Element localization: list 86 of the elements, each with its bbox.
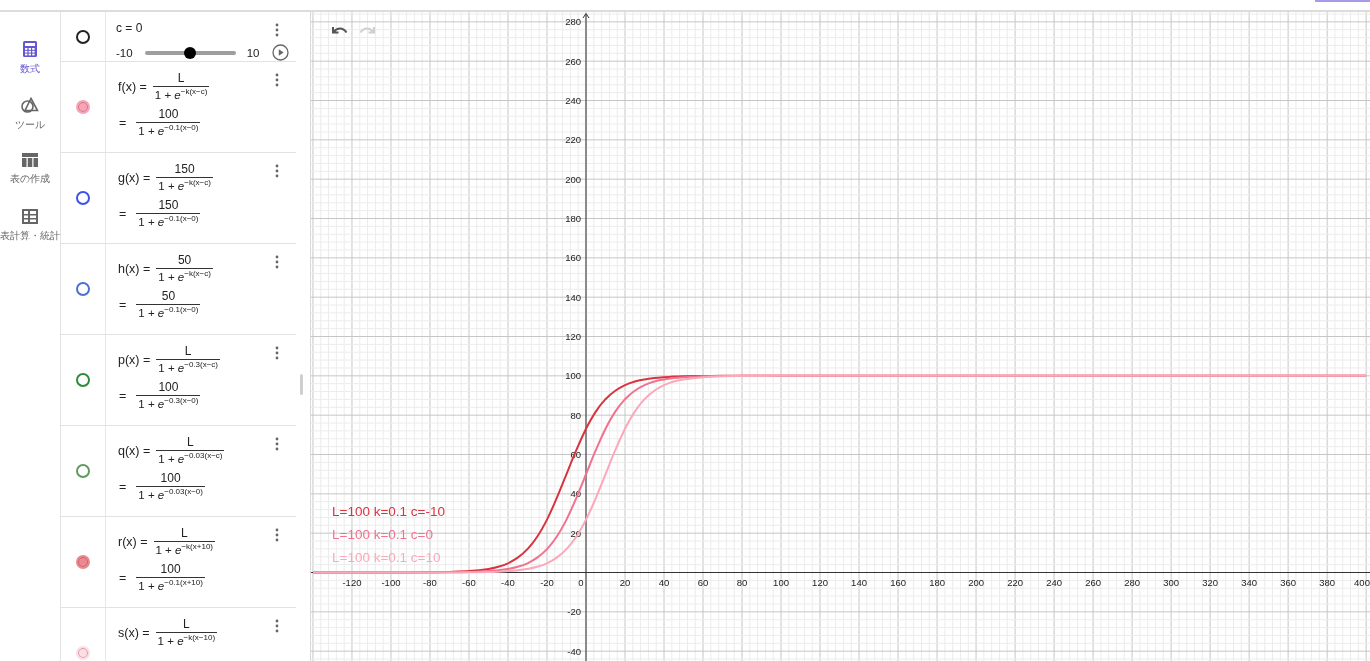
function-name: r(x) =: [118, 535, 148, 549]
formula-numerator: 100: [136, 107, 201, 123]
formula-denominator: 1 + e$^{−0.3(x−c)}$: [157, 360, 220, 376]
curve-label: L=100 k=0.1 c=0: [332, 527, 433, 543]
formula-denominator: 1 + e$^{−0.1(x−0)}$: [137, 214, 200, 230]
tick-label: -120: [342, 576, 362, 588]
formula-denominator: 1 + e$^{−0.03(x−c)}$: [157, 451, 224, 467]
equals-sign: =: [119, 480, 127, 494]
tick-label: 80: [570, 409, 581, 421]
tick-label: 140: [565, 291, 581, 303]
slider-definition: c = 0: [116, 21, 143, 35]
formula-numerator: 100: [136, 562, 205, 578]
tick-label: 20: [570, 527, 581, 539]
tick-label: -40: [567, 645, 581, 657]
formula-denominator: 1 + e$^{−0.1(x+10)}$: [137, 578, 204, 594]
slider-max: 10: [246, 46, 260, 59]
tick-label: 260: [1085, 576, 1102, 588]
formula-denominator: 1 + e$^{−0.1(x−0)}$: [137, 123, 200, 139]
equals-sign: =: [119, 389, 127, 403]
equals-sign: =: [119, 298, 127, 312]
formula-numerator: L: [156, 344, 221, 360]
tick-label: 160: [565, 252, 581, 264]
tick-label: 300: [1163, 576, 1180, 588]
equals-sign: =: [119, 207, 127, 221]
tick-label: -40: [501, 576, 515, 588]
function-name: h(x) =: [118, 262, 151, 276]
formula-denominator: 1 + e$^{−0.1(x−0)}$: [137, 305, 200, 321]
tick-label: 60: [697, 576, 709, 588]
tick-label: 380: [1319, 576, 1336, 588]
formula-numerator: 50: [156, 253, 213, 269]
function-name: s(x) =: [118, 626, 150, 640]
tick-label: 40: [658, 576, 670, 588]
tick-label: 200: [968, 576, 984, 588]
formula-denominator: 1 + e$^{−0.3(x−0)}$: [137, 396, 200, 412]
tick-label: -60: [462, 576, 476, 588]
formula-denominator: 1 + e$^{−k(x−c)}$: [157, 269, 212, 285]
tick-label: -100: [381, 576, 401, 588]
formula-numerator: 150: [136, 198, 201, 214]
tick-label: 360: [1280, 576, 1297, 588]
tick-label: 400: [1354, 576, 1370, 588]
formula-numerator: 150: [156, 162, 213, 178]
formula-numerator: L: [156, 435, 225, 451]
equals-sign: =: [119, 571, 127, 585]
tick-label: 320: [1202, 576, 1219, 588]
formula-denominator: 1 + e$^{−k(x+10)}$: [154, 542, 214, 558]
formula-numerator: 100: [136, 380, 201, 396]
tick-label: 120: [565, 331, 581, 342]
tick-label: 180: [929, 576, 945, 588]
function-name: p(x) =: [118, 353, 151, 367]
formula-denominator: 1 + e$^{−0.03(x−0)}$: [137, 487, 204, 503]
tick-label: -80: [423, 576, 437, 588]
tick-label: 200: [565, 173, 581, 185]
tick-label: 240: [565, 95, 581, 106]
function-name: f(x) =: [118, 80, 147, 94]
formula-numerator: 100: [136, 471, 205, 487]
tick-label: 260: [565, 55, 581, 67]
formula-numerator: L: [153, 526, 215, 542]
tick-label: 120: [812, 576, 828, 588]
tick-label: 20: [619, 576, 631, 588]
formula-denominator: 1 + e$^{−k(x−c)}$: [157, 178, 212, 194]
tick-label: 280: [565, 16, 581, 28]
formula-denominator: 1 + e$^{−k(x−10)}$: [156, 633, 217, 649]
function-name: g(x) =: [118, 171, 151, 185]
tick-label: 340: [1241, 576, 1258, 588]
tick-label: 100: [773, 576, 789, 588]
formula-numerator: 50: [136, 289, 201, 305]
equals-sign: =: [119, 116, 127, 130]
formula-denominator: 1 + e$^{−k(x−c)}$: [153, 87, 209, 103]
formula-numerator: L: [152, 71, 210, 87]
tick-label: 180: [565, 213, 581, 224]
tick-label: 280: [1124, 576, 1141, 588]
tick-label: 240: [1046, 576, 1062, 588]
tick-label: 100: [565, 370, 581, 382]
function-name: q(x) =: [118, 444, 151, 458]
slider-min: -10: [116, 46, 133, 59]
tick-label: 0: [578, 576, 584, 588]
tick-label: -20: [540, 576, 554, 588]
formula-numerator: L: [155, 617, 218, 633]
tick-label: 140: [851, 576, 867, 588]
tick-label: -20: [567, 606, 581, 618]
tick-label: 220: [1007, 576, 1023, 588]
tick-label: 220: [565, 134, 581, 146]
tick-label: 160: [890, 576, 906, 588]
curve-label: L=100 k=0.1 c=10: [332, 550, 441, 566]
curve-label: L=100 k=0.1 c=-10: [332, 504, 445, 520]
tick-label: 80: [736, 576, 748, 588]
